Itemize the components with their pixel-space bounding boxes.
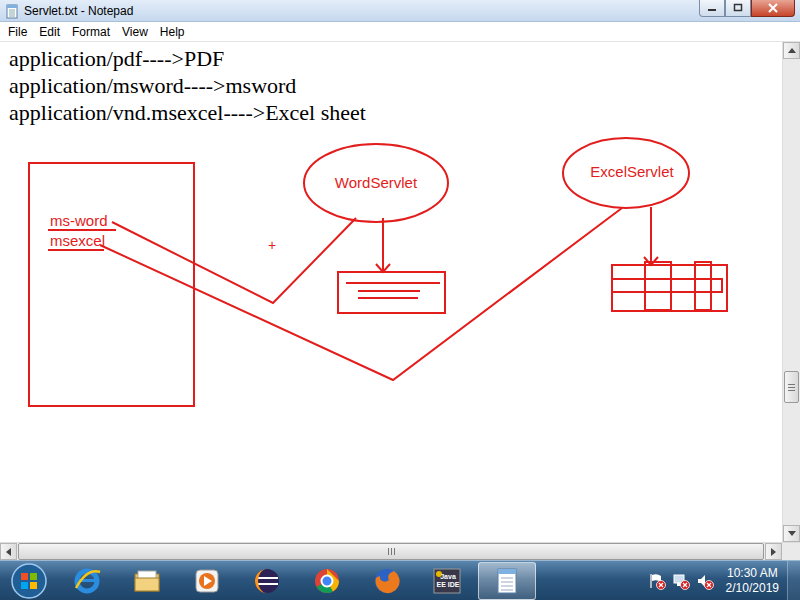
network-icon[interactable] (672, 572, 690, 590)
down-arrow-icon (788, 531, 796, 536)
firefox-icon (372, 566, 402, 596)
taskbar-app[interactable] (298, 562, 356, 600)
explorer-icon (132, 566, 162, 596)
taskbar-app[interactable] (478, 562, 536, 600)
taskbar-app[interactable] (358, 562, 416, 600)
volume-icon[interactable] (696, 572, 714, 590)
text-line: application/msword---->msword (9, 72, 782, 99)
page-item: ms-word (50, 212, 108, 229)
right-arrow-icon (771, 548, 776, 556)
scroll-thumb[interactable] (18, 543, 764, 560)
close-icon (767, 3, 779, 13)
text-line: application/pdf---->PDF (9, 45, 782, 72)
servlet-node (304, 144, 448, 222)
left-arrow-icon (6, 548, 11, 556)
taskbar-app[interactable]: Java EE IDE (418, 562, 476, 600)
menu-item[interactable]: Help (154, 25, 191, 39)
clock-time: 10:30 AM (727, 566, 778, 581)
menu-item[interactable]: View (116, 25, 154, 39)
scroll-left-button[interactable] (0, 543, 17, 560)
app-label: Java EE IDE (436, 573, 460, 589)
taskbar-app[interactable] (58, 562, 116, 600)
cursor-mark: + (268, 237, 276, 253)
show-desktop-button[interactable] (787, 561, 800, 600)
scroll-right-button[interactable] (765, 543, 782, 560)
minimize-button[interactable] (699, 0, 725, 17)
minimize-icon (707, 3, 717, 13)
flag-icon[interactable] (648, 572, 666, 590)
title-bar: Servlet.txt - Notepad (0, 0, 800, 22)
connector (112, 218, 356, 303)
close-button[interactable] (751, 0, 795, 17)
menu-item[interactable]: Format (66, 25, 116, 39)
clock-date: 2/10/2019 (726, 581, 779, 596)
servlet-label: WordServlet (335, 174, 418, 191)
start-button[interactable] (0, 561, 58, 600)
word-document-icon (338, 272, 445, 313)
maximize-button[interactable] (725, 0, 751, 17)
scroll-thumb[interactable] (784, 371, 799, 403)
horizontal-scrollbar[interactable] (0, 542, 800, 560)
notepad-icon (492, 566, 522, 596)
taskbar-app[interactable] (238, 562, 296, 600)
notepad-icon (4, 3, 20, 19)
media-icon (192, 566, 222, 596)
servlet-node (563, 138, 689, 208)
system-tray (648, 572, 718, 590)
ie-icon (72, 566, 102, 596)
vertical-scrollbar[interactable] (782, 42, 800, 542)
excel-sheet-icon (612, 262, 727, 311)
clock[interactable]: 10:30 AM2/10/2019 (718, 566, 787, 596)
eclipse-icon (252, 566, 282, 596)
connector (100, 208, 622, 380)
text-editor[interactable]: application/pdf---->PDFapplication/mswor… (0, 42, 782, 542)
maximize-icon (733, 3, 743, 13)
window-title: Servlet.txt - Notepad (24, 4, 133, 18)
menu-item[interactable]: File (2, 25, 33, 39)
scroll-up-button[interactable] (783, 42, 800, 59)
windows-orb-icon (10, 562, 48, 600)
servlet-label: ExcelServlet (590, 163, 674, 180)
taskbar-app[interactable] (178, 562, 236, 600)
taskbar: Java EE IDE 10:30 AM2/10/2019 (0, 560, 800, 600)
scroll-down-button[interactable] (783, 525, 800, 542)
menu-item[interactable]: Edit (33, 25, 66, 39)
taskbar-app[interactable] (118, 562, 176, 600)
page-item: msexcel (50, 232, 105, 249)
text-line: application/vnd.msexcel---->Excel sheet (9, 99, 782, 126)
chrome-icon (312, 566, 342, 596)
page-box (29, 163, 194, 406)
up-arrow-icon (788, 48, 796, 53)
menu-bar: FileEditFormatViewHelp (0, 22, 800, 42)
